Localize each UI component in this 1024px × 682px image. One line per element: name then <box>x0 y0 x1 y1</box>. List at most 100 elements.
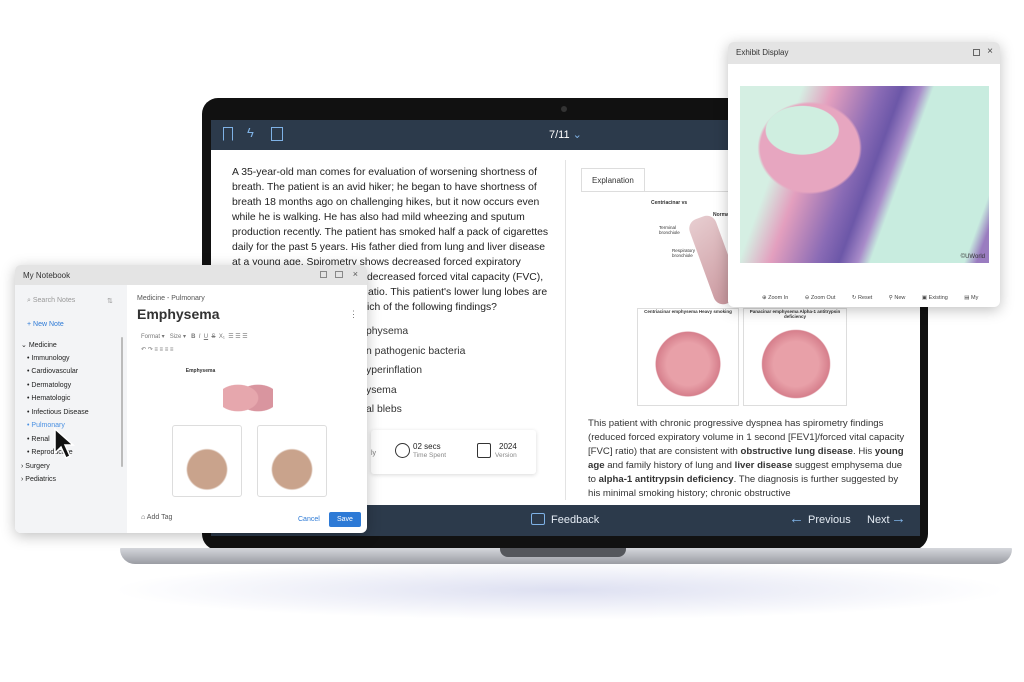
reset-button[interactable]: ↻ Reset <box>852 295 879 301</box>
stem-line: A 35-year-old man comes for evaluation o… <box>232 167 537 178</box>
list-icon[interactable]: ☰ ☰ ☰ <box>228 334 247 340</box>
next-button[interactable]: Next <box>867 514 890 526</box>
format-dropdown[interactable]: Format <box>141 334 160 340</box>
feedback-icon[interactable] <box>531 513 545 525</box>
figure-label: Terminal bronchiole <box>659 225 680 235</box>
close-icon[interactable]: × <box>353 269 358 279</box>
tree-item[interactable]: Infectious Disease <box>31 409 88 416</box>
bookmark-icon[interactable] <box>223 127 233 141</box>
tree-item[interactable]: Immunology <box>31 355 69 362</box>
stem-partial: decreased forced vital capacity (FVC), a… <box>367 270 547 315</box>
search-placeholder: Search Notes <box>32 297 76 304</box>
notebook-window: My Notebook × ⌕ Search Notes ⇅ + New Not… <box>15 265 367 533</box>
notebook-title: My Notebook <box>23 271 71 280</box>
tree-item[interactable]: Dermatology <box>31 382 71 389</box>
notebook-header: My Notebook × <box>15 265 367 285</box>
tree-item[interactable]: Cardiovascular <box>31 368 78 375</box>
arrow-left-icon[interactable]: ← <box>789 510 804 527</box>
cancel-button[interactable]: Cancel <box>298 516 320 523</box>
filter-icon[interactable]: ⇅ <box>107 297 113 305</box>
stem-line: production recently. The patient has smo… <box>232 227 549 238</box>
chevron-down-icon: ⌄ <box>572 129 582 141</box>
exhibit-window: Exhibit Display × ©UWorld ⊕ Zoom In ⊖ Zo… <box>728 42 1000 307</box>
new-note-button[interactable]: + New Note <box>27 321 64 328</box>
answer-option[interactable]: n pathogenic bacteria <box>366 346 465 357</box>
more-options-icon[interactable]: ⋮ <box>349 309 358 320</box>
exhibit-header: Exhibit Display × <box>728 42 1000 64</box>
copyright-label: ©UWorld <box>960 254 985 260</box>
strike-icon[interactable]: S <box>211 334 215 340</box>
zoom-out-label: Zoom Out <box>810 295 836 301</box>
sidebar-scrollbar[interactable] <box>121 337 123 467</box>
histology-image[interactable]: ©UWorld <box>740 86 989 263</box>
editor-toolbar: Format ▾ Size ▾ B I U S X₁ ☰ ☰ ☰ ↶ ↷ ≡ ≡… <box>141 334 248 353</box>
tree-pediatrics[interactable]: › Pediatrics <box>21 476 56 483</box>
calendar-icon <box>477 443 491 458</box>
size-dropdown[interactable]: Size <box>170 334 182 340</box>
minimize-icon[interactable] <box>320 271 327 278</box>
restore-icon[interactable] <box>973 49 980 56</box>
figure-label: Panacinar emphysema Alpha-1 antitrypsin … <box>749 309 841 319</box>
healthy-alveoli-figure <box>172 425 242 497</box>
tree-surgery[interactable]: › Surgery <box>21 463 50 470</box>
tree-medicine[interactable]: ⌄ Medicine <box>21 341 57 349</box>
figure-label: Centriacinar emphysema Heavy smoking <box>644 309 732 314</box>
answer-option[interactable]: yperinflation <box>366 365 422 376</box>
answer-option[interactable]: al blebs <box>366 404 402 415</box>
maximize-icon[interactable] <box>335 271 343 278</box>
align-icons[interactable]: ↶ ↷ ≡ ≡ ≡ ≡ <box>141 346 248 353</box>
figure-label: Centriacinar vs <box>651 200 688 206</box>
search-notes-input[interactable]: ⌕ Search Notes <box>27 297 75 305</box>
italic-icon[interactable]: I <box>199 334 201 340</box>
close-icon[interactable]: × <box>987 46 993 57</box>
subscript-icon[interactable]: X₁ <box>219 334 225 340</box>
feedback-button[interactable]: Feedback <box>551 514 599 526</box>
image-title: Emphysema <box>185 368 216 374</box>
bold-icon[interactable]: B <box>191 334 195 340</box>
save-button[interactable]: Save <box>329 512 361 527</box>
new-button[interactable]: ⚲ New <box>889 295 912 301</box>
tab-explanation[interactable]: Explanation <box>581 168 645 192</box>
zoom-in-label: Zoom In <box>768 295 789 301</box>
exhibit-title: Exhibit Display <box>736 48 789 57</box>
notebook-sidebar: ⌕ Search Notes ⇅ + New Note ⌄ Medicine •… <box>15 285 127 533</box>
add-tag-label: Add Tag <box>146 514 173 521</box>
previous-button[interactable]: Previous <box>808 514 851 526</box>
time-spent-value: 02 secs <box>413 442 441 451</box>
centriacinar-image <box>648 329 728 399</box>
camera <box>561 106 567 112</box>
answer-option[interactable]: physema <box>366 326 408 337</box>
tree-item[interactable]: Renal <box>31 436 49 443</box>
notebook-icon[interactable] <box>271 127 283 141</box>
zoom-in-button[interactable]: ⊕ Zoom In <box>762 295 794 301</box>
mouse-cursor-icon <box>54 427 75 460</box>
tree-item[interactable]: Hematologic <box>31 395 70 402</box>
counter-text: 7/11 <box>549 129 570 141</box>
stem-line: breath. The patient is an avid hiker; he… <box>232 182 537 193</box>
existing-button[interactable]: ▣ Existing <box>922 295 954 301</box>
tree-label: Pediatrics <box>25 476 57 483</box>
note-breadcrumb: Medicine - Pulmonary <box>137 295 205 302</box>
add-tag-button[interactable]: ⌂ Add Tag <box>141 514 172 521</box>
reset-label: Reset <box>857 295 873 301</box>
new-note-label: New Note <box>33 321 64 328</box>
lungs-illustration <box>223 375 273 421</box>
new-label: New <box>894 295 906 301</box>
note-title[interactable]: Emphysema <box>137 306 219 322</box>
exhibit-toolbar: ⊕ Zoom In ⊖ Zoom Out ↻ Reset ⚲ New ▣ Exi… <box>762 286 1000 307</box>
lab-values-icon[interactable]: ϟ <box>247 125 254 140</box>
stats-card: ly 02 secs Time Spent 2024 Version <box>371 430 536 474</box>
question-stem: A 35-year-old man comes for evaluation o… <box>232 165 548 270</box>
answer-option[interactable]: ysema <box>366 385 397 396</box>
stat-partial: ly <box>371 450 377 457</box>
question-counter[interactable]: 7/11 ⌄ <box>549 128 582 141</box>
explanation-text: This patient with chronic progressive dy… <box>588 418 905 499</box>
tree-label: Medicine <box>28 342 57 349</box>
laptop-notch <box>500 548 626 557</box>
stem-line: decreased forced vital capacity (FVC), <box>367 272 544 283</box>
arrow-right-icon[interactable]: → <box>891 510 906 527</box>
underline-icon[interactable]: U <box>204 334 208 340</box>
clock-icon <box>395 443 410 458</box>
version-value: 2024 <box>499 442 517 451</box>
zoom-out-button[interactable]: ⊖ Zoom Out <box>805 295 842 301</box>
